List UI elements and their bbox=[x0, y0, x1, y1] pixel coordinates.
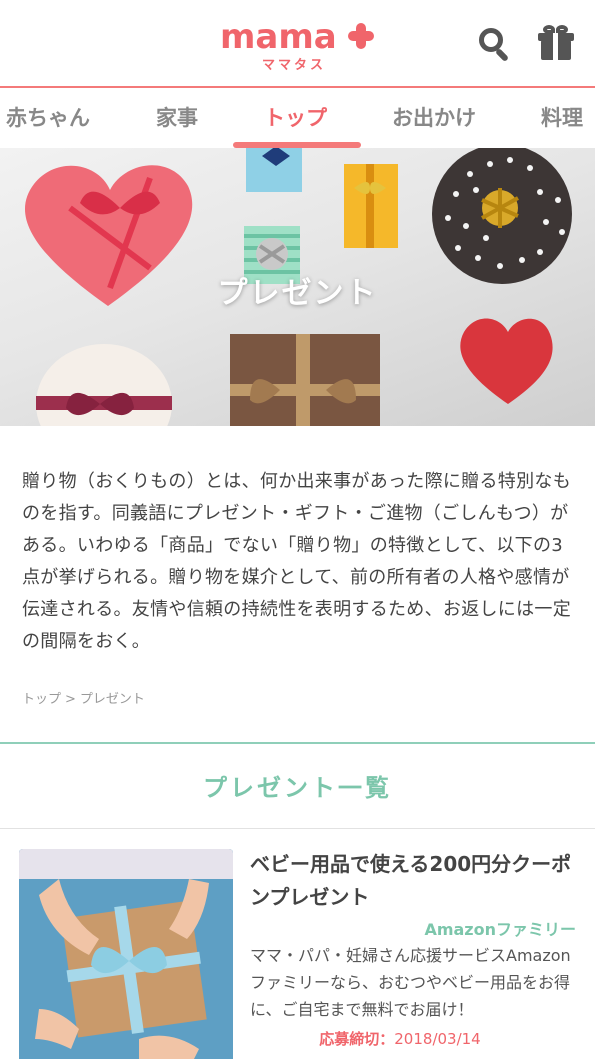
logo-wordmark: mama bbox=[220, 17, 337, 57]
breadcrumb: トップ > プレゼント bbox=[22, 688, 149, 707]
gift-photo bbox=[19, 849, 233, 1059]
section-title: プレゼント一覧 bbox=[203, 774, 392, 802]
section-divider bbox=[0, 742, 595, 744]
category-description: 贈り物（おくりもの）とは、何か出来事があった際に贈る特別なものを指す。同義語にプ… bbox=[22, 471, 571, 652]
present-card-deadline: 応募締切：2018/03/14 bbox=[250, 1028, 550, 1049]
present-card[interactable]: ベビー用品で使える200円分クーポンプレゼント Amazonファミリー ママ・パ… bbox=[0, 830, 595, 1059]
tab-housework[interactable]: 家事 bbox=[156, 102, 198, 132]
present-card-source: Amazonファミリー bbox=[424, 920, 576, 939]
present-card-title[interactable]: ベビー用品で使える200円分クーポンプレゼント bbox=[250, 848, 580, 914]
app-header: mama ママタス bbox=[0, 0, 595, 88]
breadcrumb-separator: > bbox=[65, 692, 76, 707]
tab-top[interactable]: トップ bbox=[264, 102, 327, 132]
tab-baby[interactable]: 赤ちゃん bbox=[6, 102, 90, 132]
tab-outing[interactable]: お出かけ bbox=[392, 102, 476, 132]
logo-subtitle: ママタス bbox=[262, 58, 327, 73]
present-card-description: ママ・パパ・妊婦さん応援サービスAmazonファミリーなら、おむつやベビー用品を… bbox=[250, 946, 571, 1019]
breadcrumb-home[interactable]: トップ bbox=[22, 692, 61, 707]
breadcrumb-current: プレゼント bbox=[79, 692, 145, 707]
category-tabs: 赤ちゃん 家事 トップ お出かけ 料理 bbox=[0, 90, 595, 148]
present-card-image[interactable] bbox=[19, 849, 233, 1059]
tab-cooking[interactable]: 料理 bbox=[541, 102, 583, 132]
search-button[interactable] bbox=[475, 24, 515, 64]
mamatas-logo[interactable]: mama ママタス bbox=[220, 17, 380, 73]
logo-plus-icon bbox=[348, 23, 374, 49]
gift-button[interactable] bbox=[537, 24, 577, 64]
deadline-value: 2018/03/14 bbox=[394, 1030, 481, 1048]
list-divider bbox=[0, 828, 595, 829]
hero-title: プレゼント bbox=[217, 276, 378, 311]
hero-banner: プレゼント bbox=[0, 148, 595, 426]
deadline-label: 応募締切： bbox=[319, 1030, 395, 1048]
